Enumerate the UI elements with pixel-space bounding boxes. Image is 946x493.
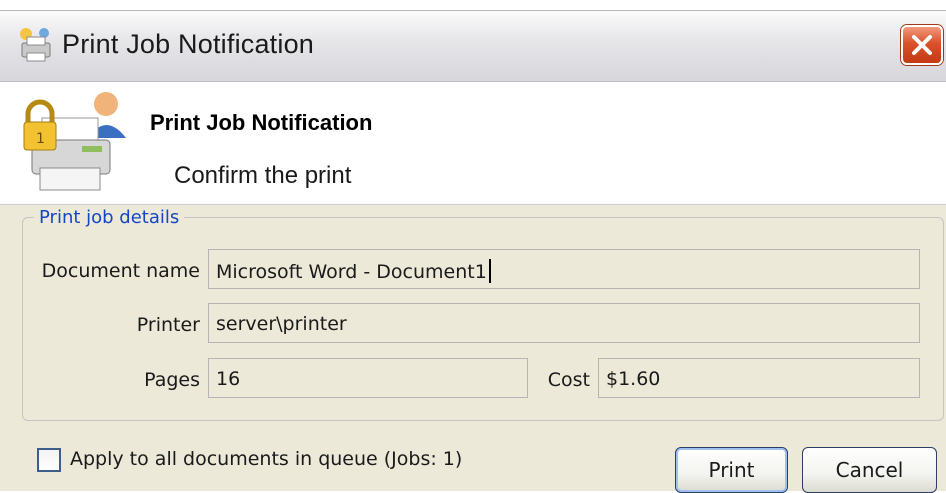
printer-label: Printer <box>136 314 200 336</box>
pages-label: Pages <box>144 369 200 391</box>
pages-field[interactable]: 16 <box>208 358 528 398</box>
group-legend: Print job details <box>34 207 185 228</box>
close-button[interactable] <box>901 25 943 65</box>
header-panel: 1 Print Job Notification Confirm the pri… <box>0 82 946 205</box>
document-name-field[interactable]: Microsoft Word - Document1 <box>208 249 920 289</box>
document-name-value: Microsoft Word - Document1 <box>216 261 487 283</box>
header-subtitle: Confirm the print <box>174 162 352 189</box>
print-job-dialog: Print Job Notification 1 Print Job Notif… <box>0 10 946 493</box>
cost-field[interactable]: $1.60 <box>598 358 920 398</box>
window-title: Print Job Notification <box>62 29 315 59</box>
cost-label: Cost <box>547 369 590 391</box>
title-bar[interactable]: Print Job Notification <box>0 11 946 82</box>
printer-lock-user-icon: 1 <box>22 88 134 198</box>
text-caret <box>488 259 491 283</box>
printer-field[interactable]: server\printer <box>208 303 920 343</box>
cancel-button[interactable]: Cancel <box>802 447 937 493</box>
apply-all-checkbox[interactable] <box>37 448 61 472</box>
apply-all-label[interactable]: Apply to all documents in queue (Jobs: 1… <box>70 448 462 470</box>
print-button[interactable]: Print <box>675 447 788 493</box>
printer-notification-icon <box>16 25 56 65</box>
close-icon <box>912 35 932 55</box>
document-name-label: Document name <box>41 260 200 282</box>
header-title: Print Job Notification <box>150 110 373 135</box>
svg-text:1: 1 <box>36 131 45 147</box>
